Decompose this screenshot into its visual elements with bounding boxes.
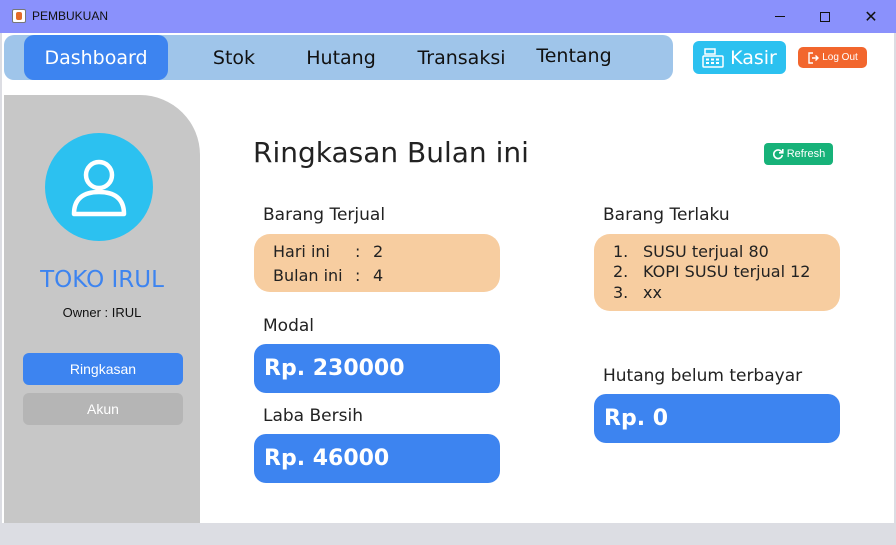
list-text: KOPI SUSU terjual 12 xyxy=(643,262,811,281)
barang-terlaku-label: Barang Terlaku xyxy=(603,205,730,225)
list-number: 3. xyxy=(613,283,629,302)
list-number: 1. xyxy=(613,242,629,261)
refresh-icon xyxy=(772,149,784,160)
modal-label: Modal xyxy=(263,316,314,336)
cash-register-icon xyxy=(702,47,724,68)
list-item: 1. SUSU terjual 80 xyxy=(613,242,769,261)
row-key: Bulan ini xyxy=(273,266,343,285)
sidebar-item-akun[interactable]: Akun xyxy=(23,393,183,425)
title-bar: PEMBUKUAN ✕ xyxy=(0,0,896,33)
modal-value: Rp. 230000 xyxy=(254,344,500,393)
barang-terjual-card: Hari ini:2 Bulan ini:4 xyxy=(254,234,500,292)
minimize-icon xyxy=(775,16,785,17)
kasir-button[interactable]: Kasir xyxy=(693,41,786,74)
barang-terlaku-card: 1. SUSU terjual 80 2. KOPI SUSU terjual 12… xyxy=(594,234,840,311)
nav-hutang[interactable]: Hutang xyxy=(291,35,391,80)
list-item: 2. KOPI SUSU terjual 12 xyxy=(613,262,810,281)
hutang-value: Rp. 0 xyxy=(594,394,840,443)
row-sep: : xyxy=(355,242,361,261)
terjual-row-bulan-ini: Bulan ini:4 xyxy=(273,266,383,285)
maximize-button[interactable] xyxy=(802,0,848,33)
top-navbar: Dashboard Stok Hutang Transaksi Tentang xyxy=(4,35,673,80)
avatar xyxy=(45,133,153,241)
row-value: 2 xyxy=(373,242,384,261)
kasir-label: Kasir xyxy=(730,46,777,69)
user-icon xyxy=(71,159,127,217)
list-text: SUSU terjual 80 xyxy=(643,242,769,261)
row-key: Hari ini xyxy=(273,242,330,261)
window-title: PEMBUKUAN xyxy=(32,9,109,23)
row-value: 4 xyxy=(373,266,384,285)
sidebar-item-ringkasan[interactable]: Ringkasan xyxy=(23,353,183,385)
row-sep: : xyxy=(355,266,361,285)
nav-transaksi[interactable]: Transaksi xyxy=(404,35,519,80)
refresh-label: Refresh xyxy=(786,148,826,160)
close-icon: ✕ xyxy=(864,7,878,26)
store-name: TOKO IRUL xyxy=(40,267,164,293)
list-item: 3. xx xyxy=(613,283,662,302)
page-title: Ringkasan Bulan ini xyxy=(253,136,529,169)
hutang-label: Hutang belum terbayar xyxy=(603,366,803,386)
app-icon xyxy=(12,9,26,23)
main-window: Dashboard Stok Hutang Transaksi Tentang … xyxy=(2,33,894,523)
list-number: 2. xyxy=(613,262,629,281)
nav-stok[interactable]: Stok xyxy=(189,35,279,80)
barang-terjual-label: Barang Terjual xyxy=(263,205,386,225)
list-text: xx xyxy=(643,283,662,302)
minimize-button[interactable] xyxy=(757,0,803,33)
laba-bersih-label: Laba Bersih xyxy=(263,406,363,426)
nav-dashboard[interactable]: Dashboard xyxy=(24,35,168,80)
laba-bersih-value: Rp. 46000 xyxy=(254,434,500,483)
logout-icon xyxy=(808,51,820,64)
maximize-icon xyxy=(820,11,830,22)
sidebar: TOKO IRUL Owner : IRUL Ringkasan Akun xyxy=(4,95,200,523)
logout-button[interactable]: Log Out xyxy=(798,47,867,68)
nav-tentang[interactable]: Tentang xyxy=(524,33,624,78)
owner-label: Owner : IRUL xyxy=(62,305,142,320)
terjual-row-hari-ini: Hari ini:2 xyxy=(273,242,383,261)
refresh-button[interactable]: Refresh xyxy=(764,143,833,165)
logout-label: Log Out xyxy=(822,52,858,63)
close-button[interactable]: ✕ xyxy=(848,0,894,33)
